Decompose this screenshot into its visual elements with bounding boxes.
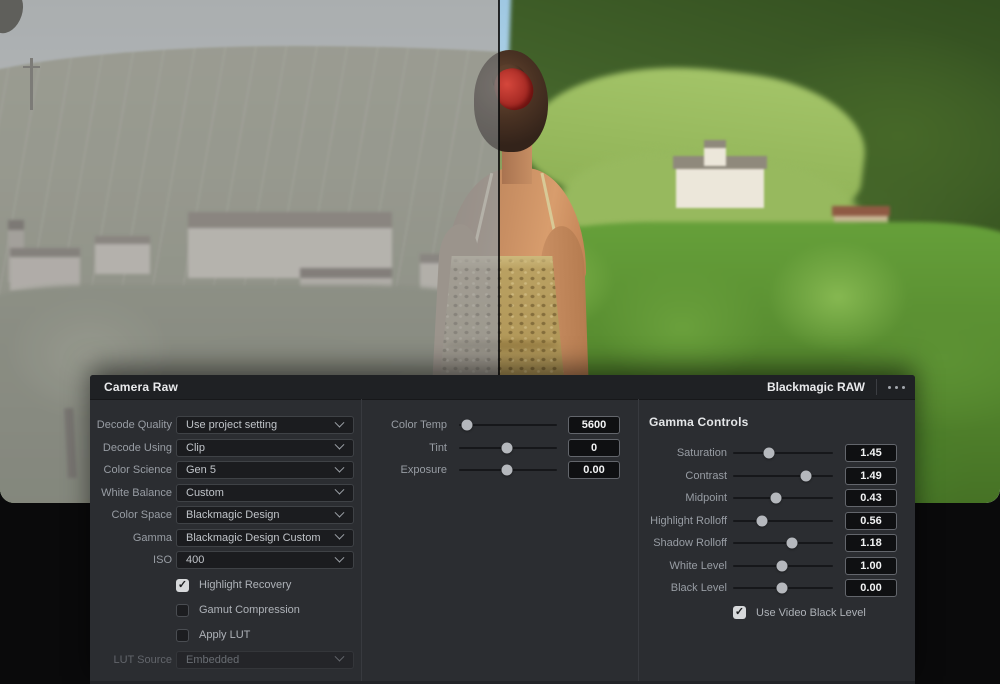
exposure-value[interactable]: 0.00 — [568, 461, 620, 480]
section-title: Gamma Controls — [649, 415, 749, 429]
saturation-value[interactable]: 1.45 — [845, 444, 897, 463]
shadow-rolloff-slider[interactable] — [733, 536, 833, 550]
lut-source-dropdown: Embedded — [176, 650, 354, 669]
field-label: LUT Source — [113, 653, 173, 666]
field-label: ISO — [153, 554, 172, 567]
field-label: Contrast — [685, 469, 727, 482]
black-level-value[interactable]: 0.00 — [845, 579, 897, 598]
highlight-rolloff-value[interactable]: 0.56 — [845, 511, 897, 530]
field-label: Black Level — [670, 582, 727, 595]
slider-knob[interactable] — [501, 464, 513, 476]
header-divider — [876, 379, 877, 395]
gamma-dropdown[interactable]: Blackmagic Design Custom — [176, 528, 354, 547]
highlight-recovery-checkbox[interactable]: ✓ — [176, 578, 189, 592]
field-label: Midpoint — [685, 492, 727, 505]
slider-knob[interactable] — [786, 537, 798, 549]
options-menu-button[interactable] — [886, 380, 915, 395]
midpoint-value[interactable]: 0.43 — [845, 489, 897, 508]
decode-settings-column: Decode Quality Use project setting Decod… — [90, 399, 361, 684]
contrast-value[interactable]: 1.49 — [845, 466, 897, 485]
black-level-slider[interactable] — [733, 581, 833, 595]
application-window: Camera Raw Blackmagic RAW Decode Quality… — [0, 0, 1000, 684]
camera-raw-panel: Camera Raw Blackmagic RAW Decode Quality… — [90, 375, 915, 684]
check-icon: ✓ — [734, 606, 745, 618]
iso-dropdown[interactable]: 400 — [176, 551, 354, 570]
field-label: Color Temp — [390, 419, 447, 432]
slider-knob[interactable] — [756, 515, 768, 527]
exposure-slider[interactable] — [459, 463, 557, 477]
decode-quality-dropdown[interactable]: Use project setting — [176, 416, 354, 435]
slider-knob[interactable] — [776, 582, 788, 594]
check-icon: ✓ — [177, 578, 188, 591]
slider-knob[interactable] — [501, 442, 513, 454]
tint-value[interactable]: 0 — [568, 438, 620, 457]
chevron-down-icon — [334, 651, 345, 662]
raw-type-label: Blackmagic RAW — [766, 380, 865, 394]
chevron-down-icon — [334, 552, 345, 563]
midpoint-slider[interactable] — [733, 491, 833, 505]
field-label: Exposure — [400, 464, 447, 477]
checkbox-label: Highlight Recovery — [199, 579, 292, 591]
shadow-rolloff-value[interactable]: 1.18 — [845, 534, 897, 553]
color-space-dropdown[interactable]: Blackmagic Design — [176, 506, 354, 525]
saturation-slider[interactable] — [733, 446, 833, 460]
white-balance-dropdown[interactable]: Custom — [176, 483, 354, 502]
apply-lut-checkbox[interactable] — [176, 628, 189, 642]
tint-slider[interactable] — [459, 441, 557, 455]
slider-knob[interactable] — [461, 419, 473, 431]
field-label: Decode Using — [102, 441, 172, 454]
highlight-rolloff-slider[interactable] — [733, 514, 833, 528]
panel-title: Camera Raw — [104, 380, 179, 394]
chevron-down-icon — [334, 507, 345, 518]
field-label: Tint — [429, 441, 447, 454]
field-label: Gamma — [132, 531, 172, 544]
color-science-dropdown[interactable]: Gen 5 — [176, 461, 354, 480]
color-temp-value[interactable]: 5600 — [568, 416, 620, 435]
use-video-black-level-checkbox[interactable]: ✓ — [733, 606, 746, 619]
gamut-compression-checkbox[interactable] — [176, 603, 189, 617]
temp-exposure-column: Color Temp 5600 Tint 0 Exposure 0.00 — [361, 399, 638, 684]
slider-knob[interactable] — [800, 470, 812, 482]
chevron-down-icon — [334, 484, 345, 495]
chevron-down-icon — [334, 417, 345, 428]
contrast-slider[interactable] — [733, 469, 833, 483]
field-label: Color Space — [111, 509, 172, 522]
field-label: Shadow Rolloff — [653, 537, 727, 550]
field-label: Color Science — [103, 464, 172, 477]
color-temp-slider[interactable] — [459, 418, 557, 432]
white-house — [673, 140, 767, 208]
slider-knob[interactable] — [770, 492, 782, 504]
panel-header: Camera Raw Blackmagic RAW — [90, 375, 915, 400]
slider-knob[interactable] — [763, 447, 775, 459]
checkbox-label: Gamut Compression — [199, 604, 300, 616]
field-label: White Level — [669, 559, 727, 572]
slider-knob[interactable] — [776, 560, 788, 572]
checkbox-label: Use Video Black Level — [756, 606, 866, 619]
field-label: White Balance — [101, 486, 172, 499]
field-label: Saturation — [676, 447, 727, 460]
checkbox-label: Apply LUT — [199, 629, 251, 641]
white-level-slider[interactable] — [733, 559, 833, 573]
field-label: Highlight Rolloff — [650, 514, 727, 527]
chevron-down-icon — [334, 529, 345, 540]
field-label: Decode Quality — [96, 419, 172, 432]
panel-header-right: Blackmagic RAW — [767, 375, 915, 399]
house — [832, 206, 890, 225]
chevron-down-icon — [334, 439, 345, 450]
chevron-down-icon — [334, 462, 345, 473]
decode-using-dropdown[interactable]: Clip — [176, 438, 354, 457]
white-level-value[interactable]: 1.00 — [845, 556, 897, 575]
gamma-controls-column: Gamma Controls Saturation 1.45 Contrast … — [638, 399, 915, 684]
